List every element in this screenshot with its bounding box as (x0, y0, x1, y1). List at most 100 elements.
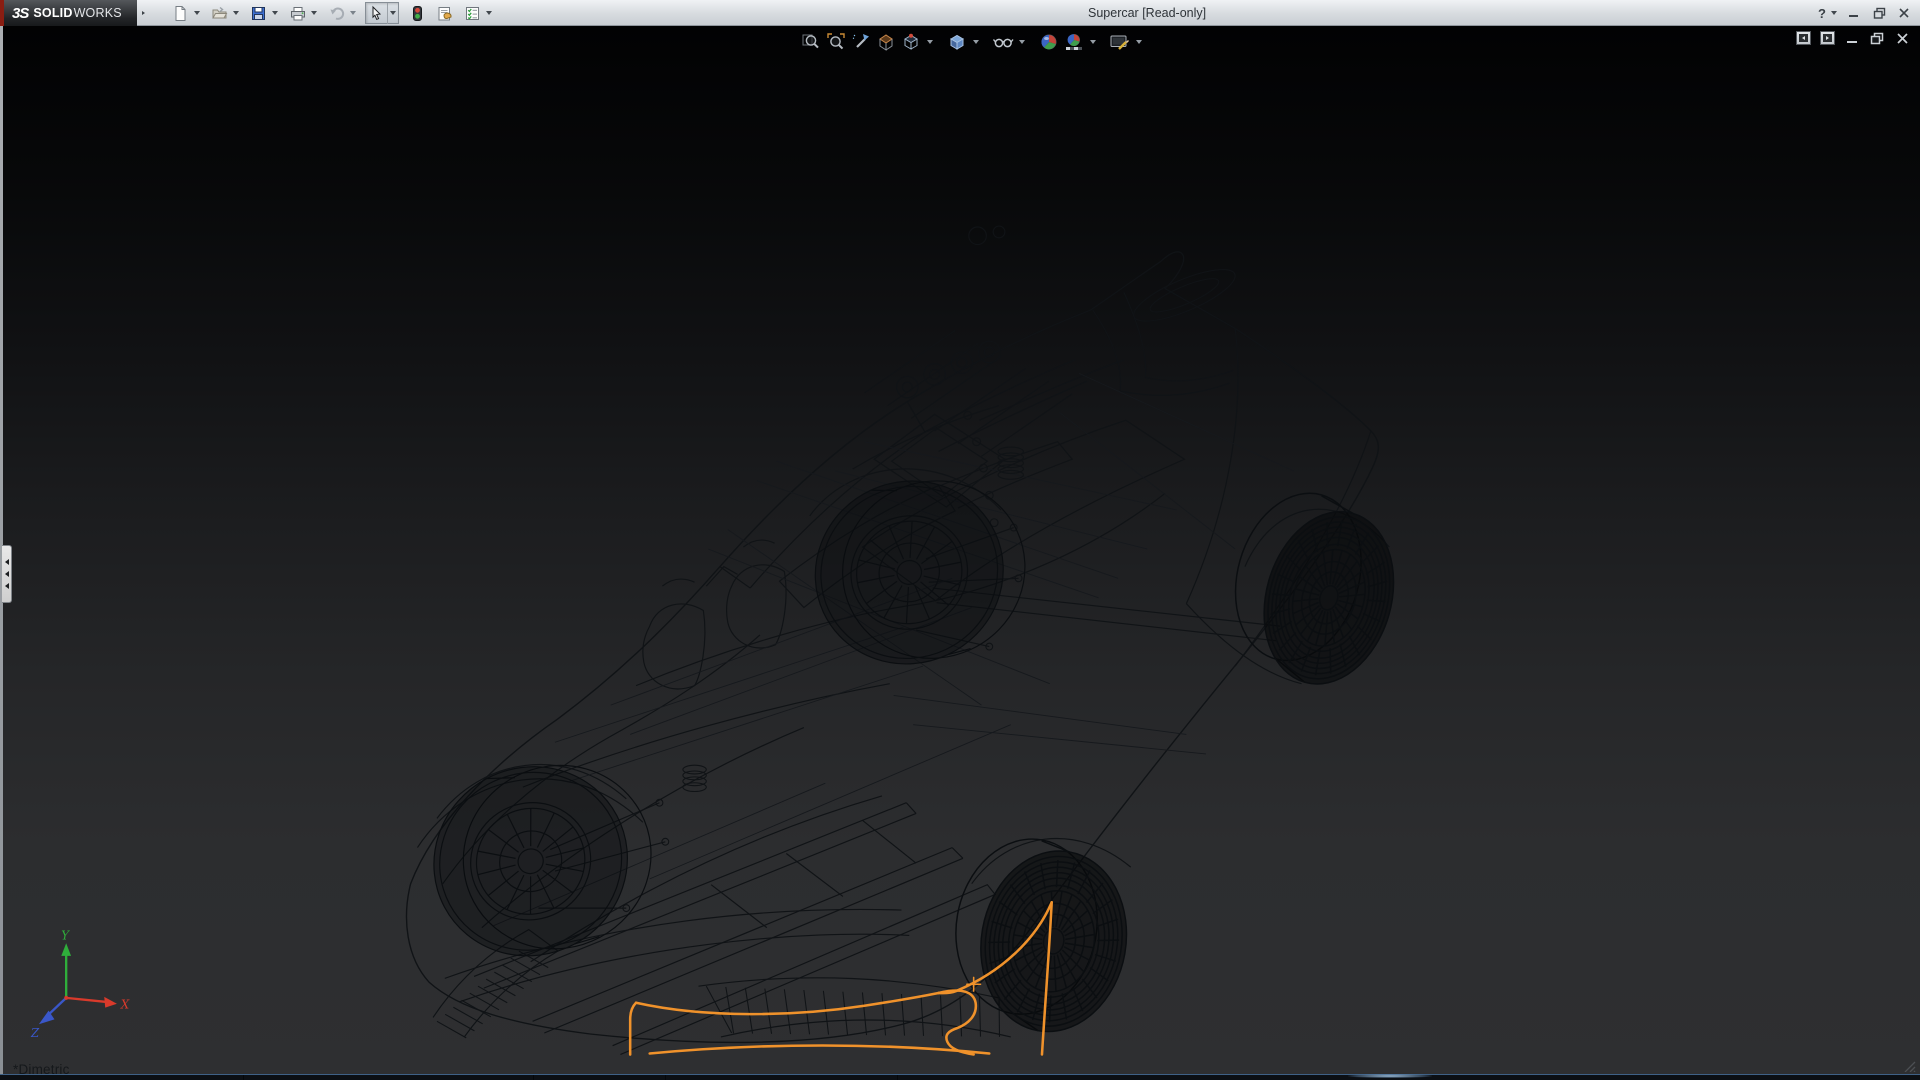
previous-view-icon (851, 32, 871, 52)
section-view-button[interactable] (875, 31, 897, 53)
display-style-icon (947, 32, 967, 52)
taskbar-active-glow (1348, 1074, 1432, 1078)
options-dropdown[interactable] (483, 3, 494, 24)
dropdown-arrow-icon (311, 11, 317, 15)
brand-text-works: WORKS (74, 6, 122, 20)
doc-close-button[interactable] (1894, 30, 1910, 46)
section-view-icon (876, 32, 896, 52)
taskbar-separator (243, 1075, 244, 1080)
dropdown-arrow-icon (1019, 40, 1025, 44)
dropdown-arrow-icon (272, 11, 278, 15)
dropdown-arrow-icon (927, 40, 933, 44)
pane-right-icon (1826, 36, 1829, 40)
view-orientation-dropdown[interactable] (925, 31, 935, 53)
edit-appearance-button[interactable] (1038, 31, 1060, 53)
triad-x-label: X (120, 998, 130, 1012)
close-button[interactable] (1896, 5, 1912, 21)
zoom-to-area-button[interactable] (825, 31, 847, 53)
resize-grip[interactable] (1903, 1060, 1917, 1072)
help-dropdown[interactable] (1831, 11, 1837, 15)
doc-restore-button[interactable] (1869, 30, 1885, 46)
dropdown-arrow-icon (973, 40, 979, 44)
standard-toolbar (170, 2, 494, 24)
chevron-right-icon (142, 11, 145, 15)
dropdown-arrow-icon (233, 11, 239, 15)
titlebar: 3S SOLID WORKS (0, 0, 1920, 26)
dropdown-arrow-icon (1136, 40, 1142, 44)
pane-expand-right-button[interactable] (1820, 31, 1835, 45)
dropdown-arrow-icon (390, 11, 396, 15)
close-icon (1898, 7, 1910, 19)
options-icon (464, 5, 481, 22)
document-title: Supercar [Read-only] (1088, 6, 1206, 20)
toolbar-expand-button[interactable] (138, 4, 149, 22)
taskbar-edge[interactable] (0, 1074, 1920, 1080)
hide-show-items-dropdown[interactable] (1017, 31, 1027, 53)
pane-collapse-left-button[interactable] (1796, 31, 1811, 45)
restore-icon (1873, 7, 1886, 19)
minimize-button[interactable] (1846, 5, 1862, 21)
featuremanager-collapsed-tab[interactable] (2, 545, 12, 603)
close-icon (1896, 32, 1909, 45)
view-orientation-icon (901, 32, 921, 52)
orientation-triad: Y X Z (30, 928, 130, 1040)
headsup-view-toolbar (800, 29, 1144, 55)
apply-scene-button[interactable] (1063, 31, 1085, 53)
print-dropdown[interactable] (308, 3, 319, 24)
zoom-to-area-icon (826, 32, 846, 52)
options-button[interactable] (462, 3, 483, 24)
save-icon (250, 5, 267, 22)
graphics-viewport[interactable]: Y X Z *Dimetric (0, 26, 1920, 1074)
view-settings-icon (1109, 32, 1131, 52)
open-dropdown[interactable] (230, 3, 241, 24)
help-button[interactable]: ? (1818, 6, 1826, 21)
previous-view-button[interactable] (850, 31, 872, 53)
view-orientation-button[interactable] (900, 31, 922, 53)
solidworks-window: 3S SOLID WORKS (0, 0, 1920, 1080)
display-style-button[interactable] (946, 31, 968, 53)
restore-button[interactable] (1871, 5, 1887, 21)
apply-scene-dropdown[interactable] (1088, 31, 1098, 53)
rebuild-button[interactable] (406, 3, 427, 24)
triangle-left-icon (5, 571, 9, 577)
print-button[interactable] (287, 3, 308, 24)
zoom-to-fit-button[interactable] (800, 31, 822, 53)
dropdown-arrow-icon (1090, 40, 1096, 44)
apply-scene-icon (1064, 32, 1084, 52)
doc-minimize-button[interactable] (1844, 30, 1860, 46)
dropdown-arrow-icon (350, 11, 356, 15)
new-document-button[interactable] (170, 3, 191, 24)
new-document-dropdown[interactable] (191, 3, 202, 24)
select-button[interactable] (366, 3, 387, 24)
triad-z-label: Z (30, 1026, 40, 1040)
select-dropdown[interactable] (387, 3, 398, 24)
display-style-dropdown[interactable] (971, 31, 981, 53)
new-document-icon (172, 5, 189, 22)
dassault-logo-icon: 3S (12, 5, 28, 22)
appearance-sphere-icon (1039, 32, 1059, 52)
save-button[interactable] (248, 3, 269, 24)
pane-left-icon (1802, 36, 1805, 40)
view-settings-button[interactable] (1109, 31, 1131, 53)
eyeglasses-icon (992, 32, 1014, 52)
taskbar-separator (897, 1075, 898, 1080)
print-icon (289, 5, 307, 22)
checker-base (1066, 47, 1082, 50)
triangle-left-icon (5, 583, 9, 589)
document-window-controls (1796, 30, 1910, 46)
undo-button[interactable] (326, 3, 347, 24)
open-icon (211, 5, 229, 22)
triad-y-label: Y (61, 928, 70, 942)
solidworks-logo: 3S SOLID WORKS (0, 0, 137, 26)
view-settings-dropdown[interactable] (1134, 31, 1144, 53)
undo-dropdown[interactable] (347, 3, 358, 24)
taskbar-separator (665, 1075, 666, 1080)
open-button[interactable] (209, 3, 230, 24)
wireframe-car-model[interactable]: Y X Z (0, 26, 1920, 1074)
zoom-to-fit-icon (801, 32, 821, 52)
hide-show-items-button[interactable] (992, 31, 1014, 53)
rebuild-traffic-light-icon (410, 5, 424, 22)
car-wheels (401, 441, 1416, 1043)
save-dropdown[interactable] (269, 3, 280, 24)
file-properties-button[interactable] (434, 3, 455, 24)
